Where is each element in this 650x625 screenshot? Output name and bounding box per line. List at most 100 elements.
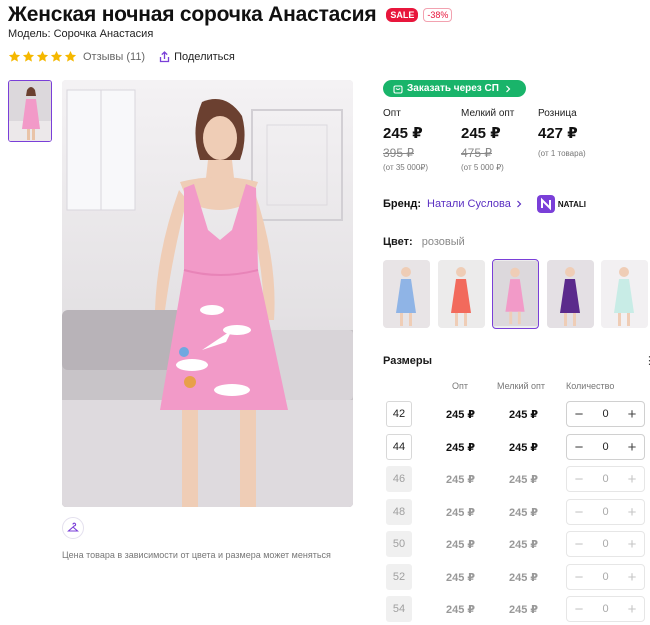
header-small-opt: Мелкий опт — [497, 381, 546, 391]
star-icon — [8, 50, 21, 62]
size-cell: 52 — [386, 564, 412, 590]
size-price-opt: 245 ₽ — [446, 507, 476, 519]
minus-button: − — [574, 470, 584, 488]
size-price-opt: 245 ₽ — [446, 604, 476, 616]
color-swatch-selected[interactable] — [492, 259, 539, 329]
size-cell: 54 — [386, 596, 412, 622]
size-price-small-opt: 245 ₽ — [509, 539, 539, 551]
brand-logo[interactable]: NATALI — [536, 195, 586, 213]
swatch-image — [547, 260, 594, 328]
color-value: розовый — [421, 236, 465, 248]
price-opt-min: (от 35 000₽) — [383, 163, 429, 172]
quantity-value: 0 — [602, 571, 609, 583]
size-cell: 48 — [386, 499, 412, 525]
plus-button: + — [627, 568, 637, 586]
plus-button[interactable]: + — [625, 440, 639, 455]
price-opt-current: 245 ₽ — [383, 125, 423, 142]
size-cell: 44 — [386, 434, 412, 460]
order-sp-label: Заказать через СП — [407, 83, 499, 94]
quantity-value: 0 — [602, 538, 609, 550]
minus-button: − — [574, 600, 584, 618]
header-qty: Количество — [566, 381, 615, 391]
plus-button[interactable]: + — [625, 407, 639, 422]
size-price-small-opt: 245 ₽ — [509, 572, 539, 584]
size-price-opt: 245 ₽ — [446, 539, 476, 551]
chevron-right-icon — [506, 85, 511, 92]
product-photo[interactable] — [62, 80, 353, 507]
size-row: 44 245 ₽ 245 ₽ − 0 + — [386, 434, 646, 460]
quantity-stepper: − 0 + — [566, 434, 645, 460]
price-note: Цена товара в зависимости от цвета и раз… — [62, 550, 331, 560]
price-small-opt-current: 245 ₽ — [461, 125, 501, 142]
plus-button: + — [627, 600, 637, 618]
price-small-opt-label: Мелкий опт — [461, 108, 515, 119]
swatch-image — [601, 260, 648, 328]
quantity-stepper: − 0 + — [566, 564, 645, 590]
color-swatch[interactable] — [438, 260, 485, 328]
minus-button[interactable]: − — [572, 407, 586, 422]
price-opt: Опт 245 ₽ 395 ₽ (от 35 000₽) — [383, 108, 428, 172]
brand-logo-text: NATALI — [557, 199, 586, 209]
star-icon — [50, 50, 63, 62]
minus-button[interactable]: − — [572, 440, 586, 455]
hanger-icon — [67, 522, 79, 532]
price-opt-old: 395 ₽ — [383, 146, 414, 160]
sizes-label: Размеры — [383, 355, 433, 367]
price-retail: Розница 427 ₽ (от 1 товара) — [538, 108, 586, 158]
size-price-opt: 245 ₽ — [446, 409, 476, 421]
reviews-link[interactable]: Отзывы (11) — [83, 51, 145, 63]
brand-label: Бренд: — [383, 198, 422, 210]
star-icon — [36, 50, 49, 62]
plus-button: + — [627, 503, 637, 521]
quantity-value[interactable]: 0 — [602, 441, 608, 453]
share-button[interactable]: Поделиться — [159, 51, 235, 63]
quantity-stepper: − 0 + — [566, 499, 645, 525]
minus-button: − — [574, 503, 584, 521]
size-price-small-opt: 245 ₽ — [509, 507, 539, 519]
size-row-disabled: 52 245 ₽ 245 ₽ − 0 + — [386, 564, 646, 590]
star-icon — [64, 50, 77, 62]
quantity-value: 0 — [602, 603, 609, 615]
header-opt: Опт — [452, 381, 468, 391]
color-swatch[interactable] — [601, 260, 648, 328]
price-small-opt: Мелкий опт 245 ₽ 475 ₽ (от 5 000 ₽) — [461, 108, 514, 172]
size-row-disabled: 50 245 ₽ 245 ₽ − 0 + — [386, 531, 646, 557]
size-row: 42 245 ₽ 245 ₽ − 0 + — [386, 401, 646, 427]
size-cell: 50 — [386, 531, 412, 557]
order-sp-button[interactable]: Заказать через СП — [383, 80, 526, 97]
quantity-value: 0 — [602, 506, 609, 518]
quantity-stepper: − 0 + — [566, 401, 645, 427]
color-swatch[interactable] — [383, 260, 430, 328]
brand-row: Бренд: Натали Суслова NATALI — [383, 195, 586, 213]
brand-link[interactable]: Натали Суслова — [427, 198, 511, 210]
color-row: Цвет: розовый — [383, 236, 465, 248]
size-row-disabled: 54 245 ₽ 245 ₽ − 0 + — [386, 596, 646, 622]
size-row-disabled: 46 245 ₽ 245 ₽ − 0 + — [386, 466, 646, 492]
share-label: Поделиться — [174, 50, 235, 63]
product-title: Женская ночная сорочка Анастасия — [8, 3, 377, 26]
quantity-stepper: − 0 + — [566, 596, 645, 622]
hanger-button[interactable] — [62, 517, 84, 539]
natali-logo-icon — [536, 195, 555, 213]
quantity-value[interactable]: 0 — [602, 408, 608, 420]
price-retail-current: 427 ₽ — [538, 125, 578, 142]
model-text: Модель: Сорочка Анастасия — [8, 28, 154, 40]
size-price-opt: 245 ₽ — [446, 474, 476, 486]
minus-button: − — [574, 568, 584, 586]
quantity-stepper: − 0 + — [566, 466, 645, 492]
color-swatch[interactable] — [547, 260, 594, 328]
size-price-small-opt: 245 ₽ — [509, 474, 539, 486]
rating-row: Отзывы (11) Поделиться — [8, 50, 235, 63]
minus-button: − — [574, 535, 584, 553]
sale-badge: SALE — [386, 8, 419, 22]
quantity-value: 0 — [602, 473, 609, 485]
more-icon[interactable]: ⋮ — [644, 354, 650, 367]
color-label: Цвет: — [383, 236, 413, 248]
gallery-thumbnail[interactable] — [8, 80, 52, 142]
star-icon — [22, 50, 35, 62]
discount-badge: -38% — [423, 8, 453, 22]
size-price-opt: 245 ₽ — [446, 442, 476, 454]
size-row-disabled: 48 245 ₽ 245 ₽ − 0 + — [386, 499, 646, 525]
title-row: Женская ночная сорочка Анастасия SALE -3… — [8, 3, 453, 27]
price-retail-min: (от 1 товара) — [538, 149, 586, 158]
